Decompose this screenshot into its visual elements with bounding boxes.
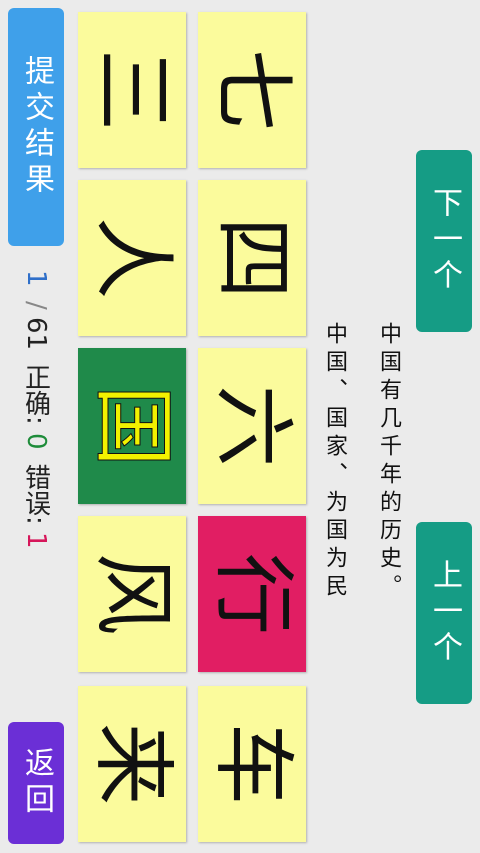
tile-char: 人 <box>84 216 180 300</box>
hint-line-2: 中国有几千年的历史。 <box>376 322 401 602</box>
tile-char: 行 <box>204 552 300 636</box>
wrong-label: 错误: <box>20 463 51 525</box>
total-count: 61 <box>21 317 51 351</box>
wrong-count: 1 <box>21 532 51 550</box>
previous-button[interactable]: 上一个 <box>416 522 472 704</box>
char-tile[interactable]: 来 <box>78 686 186 842</box>
back-button[interactable]: 返回 <box>8 722 64 844</box>
current-index: 1 <box>21 270 51 287</box>
next-button-label: 下一个 <box>427 187 462 295</box>
tile-char: 来 <box>84 722 180 806</box>
hint-line-1: 中国、国家、为国为民 <box>322 322 347 602</box>
char-tile[interactable]: 七 <box>198 12 306 168</box>
correct-label: 正确: <box>20 364 51 426</box>
char-tile[interactable]: 四 <box>198 180 306 336</box>
char-tile[interactable]: 车 <box>198 686 306 842</box>
status-bar: 1 / 61 正确: 0 错误: 1 <box>10 270 62 710</box>
tile-char: 风 <box>84 552 180 636</box>
index-separator: / <box>21 300 51 310</box>
tile-char: 四 <box>204 216 300 300</box>
correct-count: 0 <box>21 433 51 450</box>
char-tile[interactable]: 三 <box>78 12 186 168</box>
char-tile[interactable]: 人 <box>78 180 186 336</box>
char-tile-wrong[interactable]: 行 <box>198 516 306 672</box>
next-button[interactable]: 下一个 <box>416 150 472 332</box>
tile-char: 三 <box>84 48 180 132</box>
tile-char: 车 <box>204 722 300 806</box>
tile-char: 七 <box>204 48 300 132</box>
previous-button-label: 上一个 <box>427 559 462 667</box>
char-tile-correct[interactable]: 国 <box>78 348 186 504</box>
char-tile[interactable]: 六 <box>198 348 306 504</box>
char-tile[interactable]: 风 <box>78 516 186 672</box>
tile-char: 六 <box>204 384 300 468</box>
submit-results-button[interactable]: 提交结果 <box>8 8 64 246</box>
submit-results-label: 提交结果 <box>19 55 54 199</box>
back-button-label: 返回 <box>19 747 54 819</box>
tile-char: 国 <box>84 384 180 468</box>
